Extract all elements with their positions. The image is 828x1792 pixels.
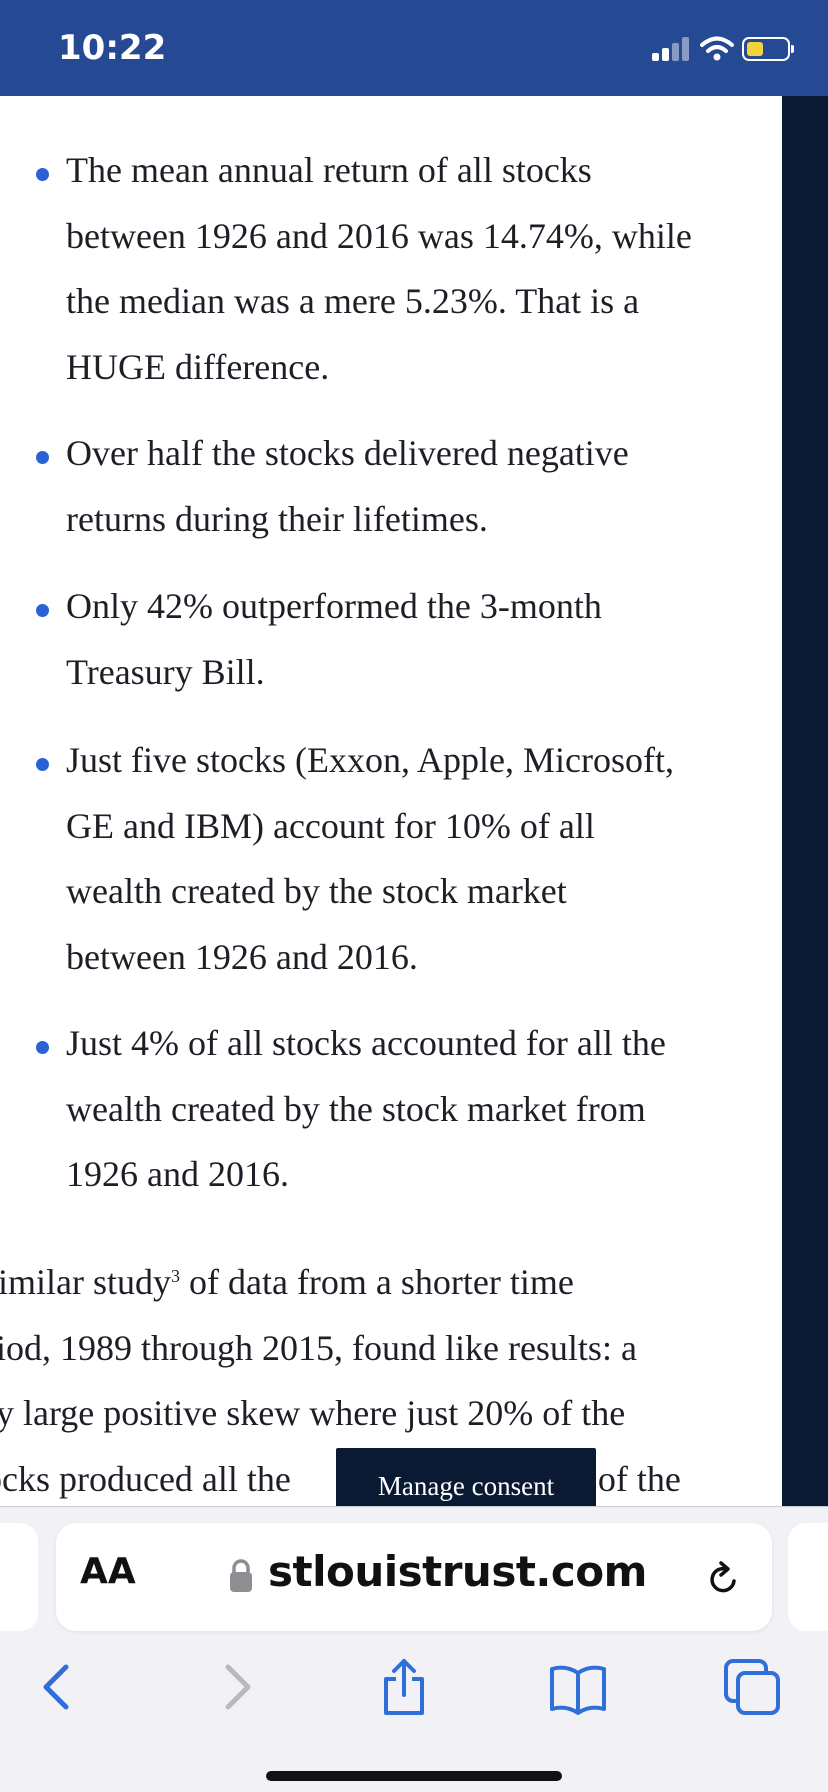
tabs-icon[interactable] xyxy=(722,1657,782,1717)
bullet-line: Over half the stocks delivered negative xyxy=(66,433,629,473)
bullet-line: HUGE difference. xyxy=(66,346,330,387)
next-tab-peek[interactable] xyxy=(788,1523,828,1631)
bullet-line: the median was a mere 5.23%. That is a xyxy=(66,281,640,321)
status-bar: 10:22 xyxy=(0,0,828,96)
browser-toolbar: AA stlouistrust.com xyxy=(0,1506,828,1792)
page-side-strip xyxy=(782,96,828,1506)
bullet-line: Just five stocks (Exxon, Apple, Microsof… xyxy=(66,740,674,780)
bullet-line: between 1926 and 2016 was 14.74%, while xyxy=(66,215,692,256)
paragraph-line: similar study3 of data from a shorter ti… xyxy=(0,1262,574,1302)
footnote-link[interactable]: 3 xyxy=(171,1266,180,1286)
bullet-line: returns during their lifetimes. xyxy=(66,498,488,539)
previous-tab-peek[interactable] xyxy=(0,1523,38,1631)
bullet-line: Just 4% of all stocks accounted for all … xyxy=(66,1023,666,1063)
paragraph-line: ry large positive skew where just 20% of… xyxy=(0,1393,626,1433)
bullet-line: between 1926 and 2016. xyxy=(66,936,418,977)
page-settings-button[interactable]: AA xyxy=(80,1551,136,1592)
bullet-line: GE and IBM) account for 10% of all xyxy=(66,805,595,846)
lock-icon xyxy=(230,1559,252,1592)
manage-consent-button[interactable]: Manage consent xyxy=(336,1448,596,1506)
bullet-line: Treasury Bill. xyxy=(66,651,265,692)
bullet-line: Only 42% outperformed the 3-month xyxy=(66,586,602,626)
battery-icon xyxy=(742,37,794,61)
bullet-line: The mean annual return of all stocks xyxy=(66,150,592,190)
home-indicator xyxy=(266,1771,562,1781)
bullet-line: 1926 and 2016. xyxy=(66,1154,289,1194)
article-content[interactable]: The mean annual return of all stocks bet… xyxy=(0,96,782,1506)
status-time: 10:22 xyxy=(58,28,167,68)
paragraph-line: riod, 1989 through 2015, found like resu… xyxy=(0,1327,637,1368)
bullet-line: wealth created by the stock market from xyxy=(66,1088,646,1129)
wifi-icon xyxy=(700,36,734,61)
cellular-signal-icon xyxy=(652,37,690,61)
forward-button-icon[interactable] xyxy=(206,1657,266,1717)
reload-icon[interactable] xyxy=(706,1559,742,1597)
address-bar[interactable]: AA stlouistrust.com xyxy=(56,1523,772,1631)
bullet-dot xyxy=(36,451,49,464)
back-button-icon[interactable] xyxy=(28,1657,88,1717)
bookmarks-icon[interactable] xyxy=(548,1657,608,1717)
share-icon[interactable] xyxy=(374,1657,434,1717)
bullet-dot xyxy=(36,168,49,181)
bullet-line: wealth created by the stock market xyxy=(66,871,567,911)
url-domain[interactable]: stlouistrust.com xyxy=(268,1547,647,1596)
bullet-dot xyxy=(36,604,49,617)
bullet-dot xyxy=(36,758,49,771)
bullet-dot xyxy=(36,1041,49,1054)
